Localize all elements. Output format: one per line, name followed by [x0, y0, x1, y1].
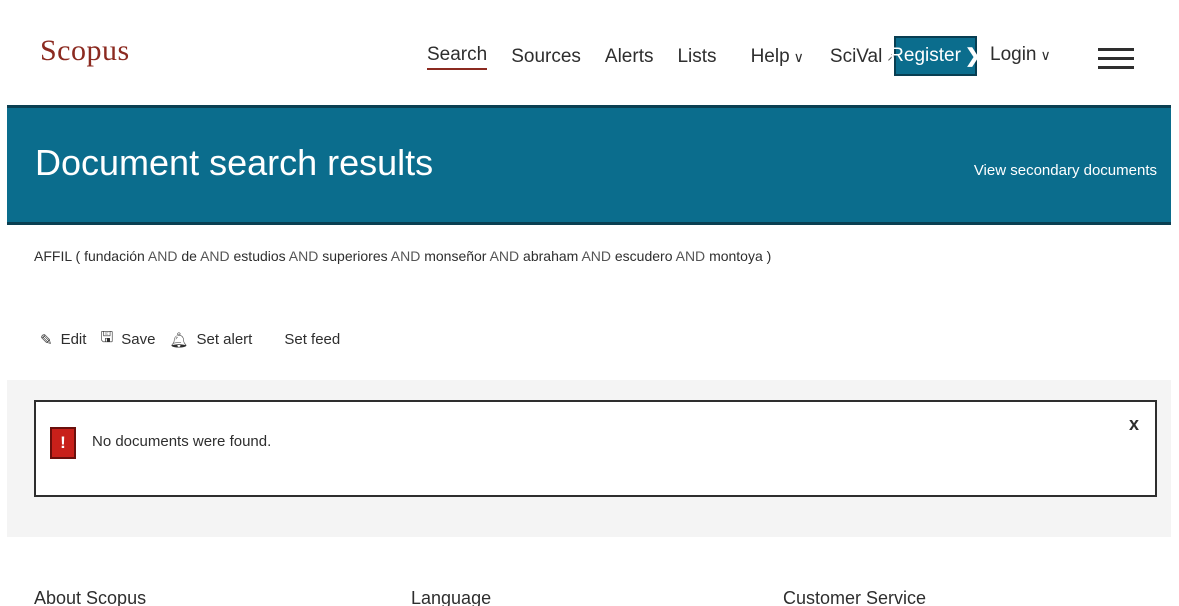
search-query: AFFIL ( fundación AND de AND estudios AN… — [34, 248, 771, 264]
save-icon: 🖫 — [100, 329, 114, 346]
login-label: Login — [990, 44, 1037, 65]
page-title: Document search results — [35, 142, 434, 183]
nav-alerts[interactable]: Alerts — [605, 46, 654, 68]
save-label: Save — [121, 331, 156, 348]
query-term: montoya — [709, 248, 763, 264]
close-icon[interactable]: x — [1129, 414, 1139, 435]
footer-about-scopus[interactable]: About Scopus — [34, 588, 146, 606]
query-operator: AND — [489, 248, 520, 264]
query-operator: AND — [147, 248, 178, 264]
no-results-message: No documents were found. — [92, 433, 272, 450]
footer-language[interactable]: Language — [411, 588, 491, 606]
nav-sources[interactable]: Sources — [511, 46, 581, 68]
edit-label: Edit — [60, 331, 87, 348]
view-secondary-documents-link[interactable]: View secondary documents — [974, 162, 1157, 179]
query-operator: AND — [581, 248, 611, 264]
query-field: AFFIL — [34, 248, 72, 264]
query-term: de — [181, 248, 197, 264]
top-navigation: Scopus Search Sources Alerts Lists Help ∨… — [0, 0, 1179, 105]
register-label: Register — [890, 45, 961, 66]
query-term: estudios — [233, 248, 286, 264]
chevron-down-icon: ∨ — [793, 48, 804, 65]
query-open-paren: ( — [75, 248, 81, 264]
scopus-logo[interactable]: Scopus — [40, 34, 130, 68]
main-nav: Search Sources Alerts Lists Help ∨ SciVal… — [427, 44, 920, 70]
login-menu[interactable]: Login ∨ — [990, 44, 1051, 66]
set-feed-button[interactable]: Set feed — [284, 331, 340, 348]
hamburger-menu-icon[interactable] — [1098, 48, 1134, 70]
query-operator: AND — [288, 248, 319, 264]
query-term: fundación — [84, 248, 145, 264]
nav-lists-label: Lists — [677, 46, 717, 67]
query-close-paren: ) — [766, 248, 772, 264]
query-term: abraham — [523, 248, 579, 264]
bell-icon: 🔔︎ — [169, 331, 189, 349]
no-results-alert: ! No documents were found. x — [34, 400, 1157, 497]
nav-alerts-label: Alerts — [604, 46, 654, 67]
nav-lists[interactable]: Lists — [677, 46, 716, 68]
nav-search[interactable]: Search — [427, 44, 488, 70]
footer: About Scopus Language Customer Service — [0, 582, 1179, 606]
edit-button[interactable]: ✎ Edit — [40, 331, 86, 349]
warning-icon: ! — [50, 427, 76, 459]
footer-customer-service[interactable]: Customer Service — [783, 588, 926, 606]
query-operator: AND — [200, 248, 230, 264]
register-button[interactable]: Register ❯ — [890, 36, 981, 76]
search-actions: ✎ Edit 🖫 Save 🔔︎ Set alert Set feed — [40, 327, 354, 352]
pencil-icon: ✎ — [40, 331, 53, 349]
save-button[interactable]: 🖫 Save — [100, 327, 155, 352]
nav-help-label: Help — [750, 46, 790, 67]
set-alert-label: Set alert — [196, 331, 253, 348]
query-term: escudero — [614, 248, 673, 264]
nav-scival-label: SciVal — [829, 46, 883, 67]
query-term: superiores — [322, 248, 388, 264]
results-area: ! No documents were found. x — [7, 380, 1171, 537]
query-operator: AND — [675, 248, 706, 264]
nav-scival[interactable]: SciVal ↗ — [830, 46, 897, 68]
query-term: monseñor — [424, 248, 487, 264]
nav-sources-label: Sources — [511, 46, 581, 67]
chevron-down-icon: ∨ — [1040, 46, 1051, 63]
nav-search-label: Search — [427, 44, 488, 65]
query-operator: AND — [390, 248, 421, 264]
results-banner: Document search results View secondary d… — [7, 105, 1171, 225]
set-alert-button[interactable]: 🔔︎ Set alert — [169, 331, 252, 349]
set-feed-label: Set feed — [284, 331, 341, 348]
nav-help[interactable]: Help ∨ — [751, 46, 804, 68]
chevron-right-icon: ❯ — [964, 45, 981, 67]
